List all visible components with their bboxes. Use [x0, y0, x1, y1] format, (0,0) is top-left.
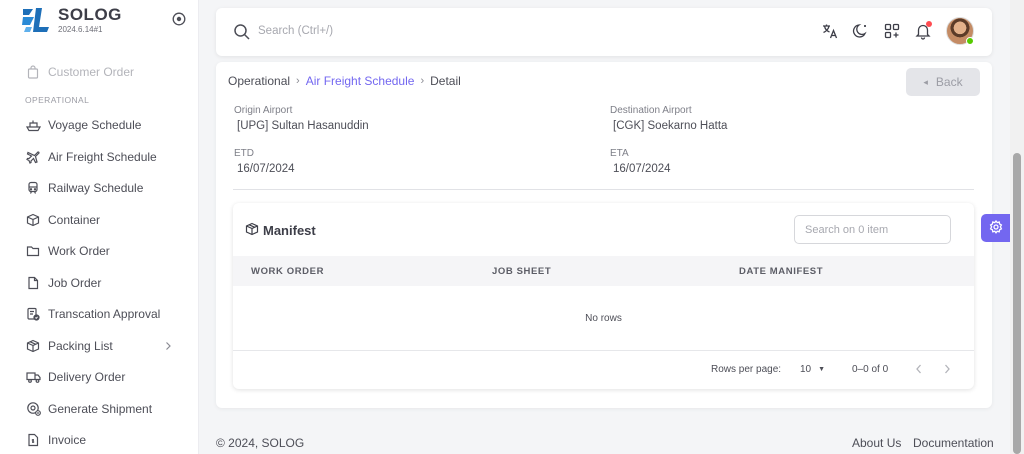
cog-icon	[25, 401, 41, 417]
truck-icon	[25, 369, 41, 385]
top-navbar: Search (Ctrl+/)	[216, 8, 992, 56]
caret-down-icon: ▼	[818, 366, 826, 373]
column-header-date-manifest[interactable]: DATE MANIFEST	[739, 266, 823, 277]
bag-icon	[25, 64, 41, 80]
sidebar-item-generate-shipment[interactable]: Generate Shipment	[0, 393, 198, 425]
package-icon	[25, 338, 41, 354]
sidebar-nav: Customer Order OPERATIONAL Voyage Schedu…	[0, 56, 198, 454]
footer-link-about-us[interactable]: About Us	[852, 436, 901, 450]
approval-icon	[25, 306, 41, 322]
back-button[interactable]: ◂ Back	[906, 68, 980, 96]
breadcrumb-current: Detail	[430, 74, 461, 88]
manifest-title-text: Manifest	[263, 223, 316, 238]
sidebar-item-job-order[interactable]: Job Order	[0, 267, 198, 299]
sidebar-item-container[interactable]: Container	[0, 204, 198, 236]
manifest-search-input[interactable]: Search on 0 item	[794, 215, 951, 244]
notification-badge	[926, 21, 932, 27]
manifest-card: Manifest Search on 0 item WORK ORDER JOB…	[233, 203, 974, 389]
eta-value: 16/07/2024	[613, 163, 671, 175]
footer-link-documentation[interactable]: Documentation	[913, 436, 994, 450]
dark-mode-icon[interactable]	[852, 22, 870, 40]
notification-bell-icon[interactable]	[914, 21, 932, 40]
package-icon	[245, 222, 263, 239]
manifest-title: Manifest	[245, 222, 316, 239]
pagination-range: 0–0 of 0	[852, 364, 889, 375]
scrollbar-thumb[interactable]	[1013, 153, 1021, 454]
breadcrumb-separator-icon: ›	[296, 75, 300, 87]
rows-per-page-label: Rows per page:	[711, 364, 782, 375]
sidebar-item-railway-schedule[interactable]: Railway Schedule	[0, 173, 198, 205]
sidebar-item-label: Generate Shipment	[48, 401, 153, 416]
sidebar-item-label: Air Freight Schedule	[48, 149, 157, 164]
section-label-operational: OPERATIONAL	[25, 94, 90, 105]
footer-copyright: © 2024, SOLOG	[216, 436, 305, 450]
brand-name: SOLOG	[58, 5, 122, 24]
ship-icon	[25, 117, 41, 133]
sidebar-item-customer-order[interactable]: Customer Order	[0, 56, 198, 88]
sidebar-toggle-icon[interactable]	[172, 12, 186, 26]
sidebar-item-label: Container	[48, 212, 101, 227]
table-header: WORK ORDER JOB SHEET DATE MANIFEST	[233, 256, 974, 286]
previous-page-icon[interactable]	[914, 363, 924, 378]
column-header-job-sheet[interactable]: JOB SHEET	[492, 266, 551, 277]
global-search-input[interactable]: Search (Ctrl+/)	[258, 25, 333, 37]
sidebar-item-label: Transcation Approval	[48, 307, 161, 322]
column-header-work-order[interactable]: WORK ORDER	[251, 266, 324, 277]
table-pagination: Rows per page: 10 ▼ 0–0 of 0	[233, 352, 974, 389]
origin-airport-value: [UPG] Sultan Hasanuddin	[237, 120, 369, 132]
folder-icon	[25, 243, 41, 259]
sidebar-item-delivery-order[interactable]: Delivery Order	[0, 362, 198, 394]
etd-label: ETD	[234, 148, 254, 159]
eta-label: ETA	[610, 148, 629, 159]
chevron-left-icon: ◂	[923, 76, 928, 87]
user-avatar[interactable]	[946, 17, 974, 45]
solog-logo	[20, 5, 52, 35]
file-icon	[25, 275, 41, 291]
rows-per-page-select[interactable]: 10 ▼	[800, 364, 825, 375]
brand[interactable]: SOLOG 2024.6.14#1	[20, 5, 122, 35]
sidebar-item-label: Work Order	[48, 244, 110, 259]
apps-grid-icon[interactable]	[883, 22, 901, 40]
sidebar-item-label: Railway Schedule	[48, 181, 144, 196]
breadcrumb: Operational › Air Freight Schedule › Det…	[228, 74, 461, 88]
sidebar-item-work-order[interactable]: Work Order	[0, 236, 198, 268]
sidebar-item-label: Voyage Schedule	[48, 118, 142, 133]
destination-airport-value: [CGK] Soekarno Hatta	[613, 120, 728, 132]
online-status-dot	[966, 37, 974, 45]
sidebar-item-label: Packing List	[48, 338, 113, 353]
translate-icon[interactable]	[821, 22, 839, 40]
invoice-icon	[25, 432, 41, 448]
origin-airport-label: Origin Airport	[234, 105, 293, 116]
brand-version: 2024.6.14#1	[58, 25, 103, 34]
next-page-icon[interactable]	[942, 363, 952, 378]
chevron-right-icon	[164, 340, 172, 354]
sidebar-item-label: Delivery Order	[48, 370, 126, 385]
gear-icon	[989, 219, 1003, 237]
plane-icon	[25, 149, 41, 165]
sidebar-item-label: Customer Order	[48, 64, 135, 79]
search-icon[interactable]	[233, 23, 251, 44]
breadcrumb-separator-icon: ›	[420, 75, 425, 87]
sidebar-item-packing-list[interactable]: Packing List	[0, 330, 198, 362]
table-empty-message: No rows	[233, 286, 974, 351]
breadcrumb-root: Operational	[228, 74, 291, 88]
sidebar-item-label: Invoice	[48, 433, 87, 448]
back-button-label: Back	[935, 75, 963, 89]
breadcrumb-link-air-freight-schedule[interactable]: Air Freight Schedule	[306, 74, 415, 88]
train-icon	[25, 180, 41, 196]
divider	[233, 189, 974, 190]
etd-value: 16/07/2024	[237, 163, 295, 175]
sidebar-item-transaction-approval[interactable]: Transcation Approval	[0, 299, 198, 331]
customizer-settings-button[interactable]	[981, 214, 1010, 242]
detail-card: Operational › Air Freight Schedule › Det…	[216, 62, 992, 408]
sidebar-item-label: Job Order	[48, 275, 102, 290]
sidebar: SOLOG 2024.6.14#1 Customer Order OPERATI…	[0, 0, 199, 454]
rows-per-page-value: 10	[800, 364, 812, 375]
sidebar-item-voyage-schedule[interactable]: Voyage Schedule	[0, 110, 198, 142]
sidebar-item-air-freight-schedule[interactable]: Air Freight Schedule	[0, 141, 198, 173]
destination-airport-label: Destination Airport	[610, 105, 692, 116]
box-icon	[25, 212, 41, 228]
sidebar-item-invoice[interactable]: Invoice	[0, 425, 198, 454]
